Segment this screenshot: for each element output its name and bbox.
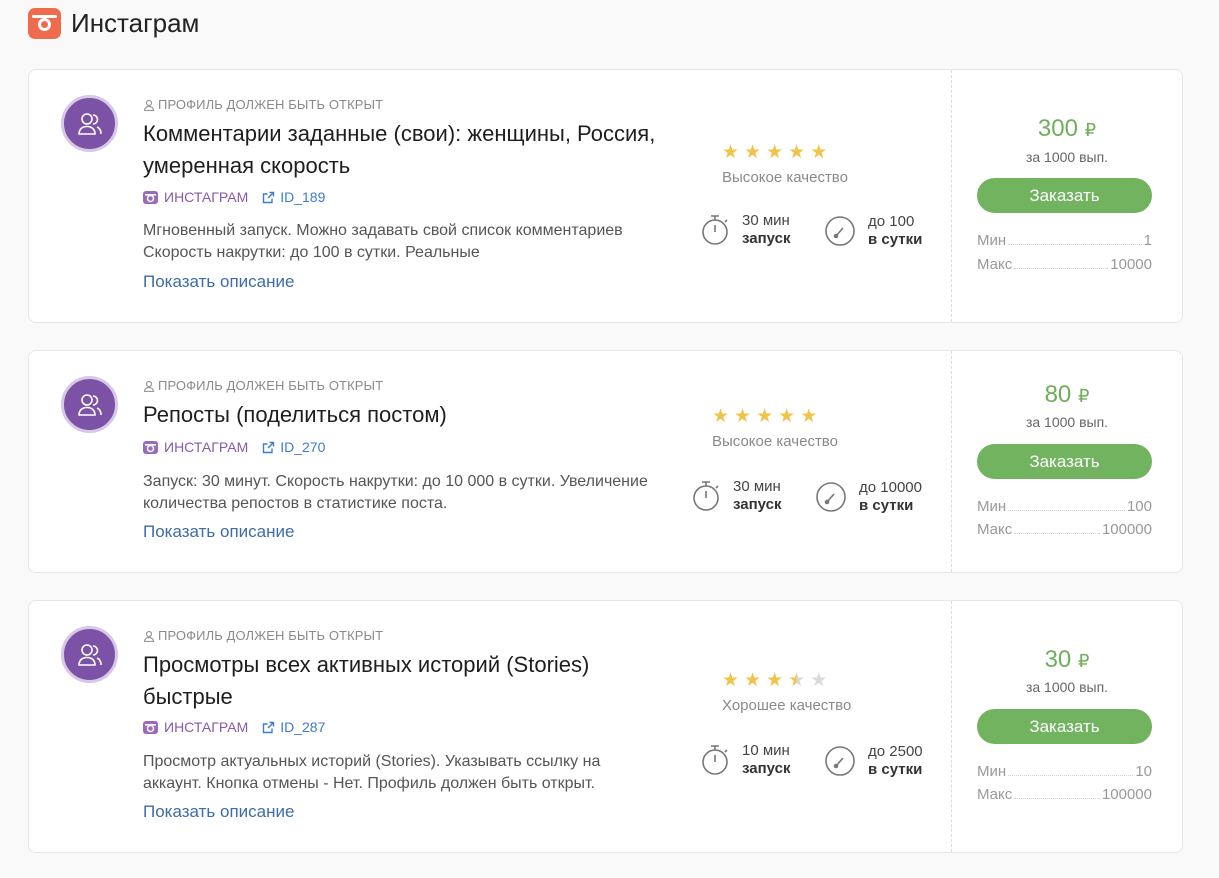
- speed-stat: до 100 в сутки: [824, 213, 922, 249]
- user-icon: [143, 380, 155, 392]
- service-meta: ИНСТАГРАМ ID_270: [143, 439, 325, 455]
- max-quantity: Макс 10000: [977, 256, 1152, 273]
- page-header: Инстаграм: [28, 8, 199, 39]
- stopwatch-icon: [702, 215, 728, 245]
- min-quantity: Мин 100: [977, 498, 1152, 515]
- service-card: ПРОФИЛЬ ДОЛЖЕН БЫТЬ ОТКРЫТ Просмотры все…: [28, 600, 1183, 853]
- user-icon: [143, 99, 155, 111]
- order-button[interactable]: Заказать: [977, 178, 1152, 213]
- service-meta: ИНСТАГРАМ ID_287: [143, 719, 325, 735]
- service-description: Мгновенный запуск. Можно задавать свой с…: [143, 222, 623, 261]
- star-icon: ★: [722, 142, 740, 163]
- platform-tag[interactable]: ИНСТАГРАМ: [143, 719, 248, 735]
- camera-icon: [143, 440, 158, 454]
- service-card: ПРОФИЛЬ ДОЛЖЕН БЫТЬ ОТКРЫТ Репосты (поде…: [28, 350, 1183, 573]
- speedometer-icon: [825, 746, 855, 776]
- service-description: Запуск: 30 минут. Скорость накрутки: до …: [143, 473, 648, 512]
- star-icon: ★: [744, 142, 762, 163]
- profile-requirement: ПРОФИЛЬ ДОЛЖЕН БЫТЬ ОТКРЫТ: [143, 628, 383, 643]
- profile-requirement: ПРОФИЛЬ ДОЛЖЕН БЫТЬ ОТКРЫТ: [143, 378, 383, 393]
- platform-tag[interactable]: ИНСТАГРАМ: [143, 439, 248, 455]
- camera-icon: [143, 190, 158, 204]
- rating-stars: ★ ★ ★ ★ ★: [712, 406, 838, 428]
- service-card: ПРОФИЛЬ ДОЛЖЕН БЫТЬ ОТКРЫТ Комментарии з…: [28, 69, 1183, 323]
- rating-stars: ★ ★ ★ ★ ★: [722, 142, 848, 164]
- service-title: Просмотры всех активных историй (Stories…: [143, 652, 590, 709]
- speedometer-icon: [816, 482, 846, 512]
- start-time-stat: 30 мин запуск: [691, 478, 781, 514]
- star-icon: ★: [756, 406, 774, 427]
- quality-label: Высокое качество: [722, 169, 848, 186]
- service-meta: ИНСТАГРАМ ID_189: [143, 189, 325, 205]
- quality-rating: ★ ★ ★ ★ ★ Высокое качество: [722, 142, 848, 186]
- quality-label: Хорошее качество: [722, 697, 852, 714]
- show-description-link[interactable]: Показать описание: [143, 522, 294, 542]
- star-icon: ★: [778, 406, 796, 427]
- users-icon: [61, 626, 118, 683]
- quality-rating: ★ ★ ★ ★ ★ Хорошее качество: [722, 670, 851, 714]
- price-unit: за 1000 вып.: [1025, 679, 1109, 695]
- star-icon: ★: [788, 142, 806, 163]
- max-quantity: Макс 100000: [977, 786, 1152, 803]
- external-link-icon: [263, 191, 275, 203]
- start-time-stat: 30 мин запуск: [700, 212, 790, 248]
- star-icon: ★: [810, 142, 828, 163]
- show-description-link[interactable]: Показать описание: [143, 802, 294, 822]
- speed-stat: до 2500 в сутки: [824, 743, 923, 779]
- star-icon: ★: [800, 406, 818, 427]
- show-description-link[interactable]: Показать описание: [143, 272, 294, 292]
- profile-requirement: ПРОФИЛЬ ДОЛЖЕН БЫТЬ ОТКРЫТ: [143, 97, 383, 112]
- price-unit: за 1000 вып.: [1025, 414, 1109, 430]
- external-link-icon: [263, 441, 275, 453]
- external-link-icon: [263, 721, 275, 733]
- min-quantity: Мин 10: [977, 763, 1152, 780]
- max-quantity: Макс 100000: [977, 521, 1152, 538]
- camera-icon: [28, 8, 61, 39]
- service-id-link[interactable]: ID_270: [262, 439, 325, 455]
- service-id-link[interactable]: ID_189: [262, 189, 325, 205]
- min-quantity: Мин 1: [977, 232, 1152, 249]
- order-button[interactable]: Заказать: [977, 709, 1152, 744]
- price: 30 ₽: [1044, 646, 1090, 673]
- start-time-stat: 10 мин запуск: [700, 742, 790, 778]
- speed-stat: до 10000 в сутки: [815, 479, 922, 515]
- price: 300 ₽: [1037, 115, 1097, 142]
- star-icon: ★: [766, 670, 784, 691]
- price-unit: за 1000 вып.: [1025, 149, 1109, 165]
- star-icon: ★: [712, 406, 730, 427]
- users-icon: [61, 376, 118, 433]
- stopwatch-icon: [702, 745, 728, 775]
- service-title: Репосты (поделиться постом): [143, 402, 447, 427]
- rating-stars: ★ ★ ★ ★ ★: [722, 670, 851, 692]
- quality-rating: ★ ★ ★ ★ ★ Высокое качество: [712, 406, 838, 450]
- speedometer-icon: [825, 216, 855, 246]
- service-title: Комментарии заданные (свои): женщины, Ро…: [143, 121, 656, 178]
- user-icon: [143, 630, 155, 642]
- order-panel: 300 ₽ за 1000 вып. Заказать Мин 1 Макс 100…: [951, 70, 1182, 322]
- order-button[interactable]: Заказать: [977, 444, 1152, 479]
- service-description: Просмотр актуальных историй (Stories). У…: [143, 753, 601, 792]
- quality-label: Высокое качество: [712, 433, 838, 450]
- star-icon: ★: [810, 670, 828, 691]
- price: 80 ₽: [1044, 381, 1090, 408]
- star-icon: ★: [722, 670, 740, 691]
- page-title: Инстаграм: [71, 8, 200, 38]
- star-icon: ★: [744, 670, 762, 691]
- platform-tag[interactable]: ИНСТАГРАМ: [143, 189, 248, 205]
- users-icon: [61, 95, 118, 152]
- service-id-link[interactable]: ID_287: [262, 719, 325, 735]
- camera-icon: [143, 720, 158, 734]
- order-panel: 30 ₽ за 1000 вып. Заказать Мин 10 Макс 100…: [951, 601, 1182, 852]
- star-icon: ★: [788, 670, 806, 691]
- stopwatch-icon: [693, 481, 719, 511]
- star-icon: ★: [766, 142, 784, 163]
- star-icon: ★: [734, 406, 752, 427]
- order-panel: 80 ₽ за 1000 вып. Заказать Мин 100 Макс 10…: [951, 351, 1182, 572]
